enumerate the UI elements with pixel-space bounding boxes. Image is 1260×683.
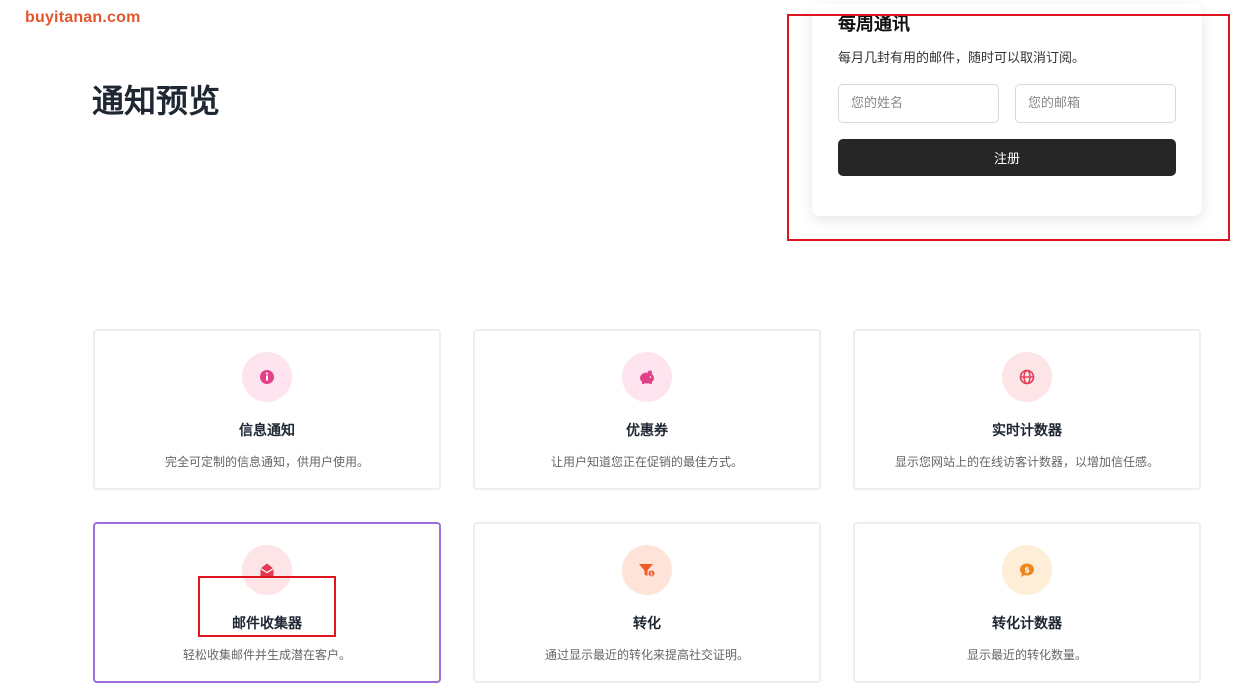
newsletter-title: 每周通讯	[838, 14, 910, 35]
comment-dollar-icon: $	[1002, 545, 1052, 595]
card-title: 邮件收集器	[232, 616, 302, 632]
card-desc: 显示最近的转化数量。	[966, 648, 1087, 662]
piggy-bank-icon	[622, 352, 672, 402]
newsletter-subtitle: 每月几封有用的邮件，随时可以取消订阅。	[838, 51, 1086, 66]
newsletter-card: 每周通讯 每月几封有用的邮件，随时可以取消订阅。 注册	[812, 4, 1202, 216]
card-title: 优惠券	[626, 423, 668, 439]
name-input[interactable]	[838, 84, 999, 123]
svg-text:$: $	[650, 571, 653, 577]
card-desc: 通过显示最近的转化来提高社交证明。	[544, 648, 749, 662]
watermark: buyitanan.com	[25, 9, 141, 26]
card-conversion-counter[interactable]: $ 转化计数器 显示最近的转化数量。	[853, 522, 1201, 683]
svg-text:$: $	[1024, 565, 1030, 574]
card-live-counter[interactable]: 实时计数器 显示您网站上的在线访客计数器，以增加信任感。	[853, 329, 1201, 490]
card-desc: 显示您网站上的在线访客计数器，以增加信任感。	[894, 455, 1159, 469]
card-title: 实时计数器	[992, 423, 1062, 439]
card-desc: 轻松收集邮件并生成潜在客户。	[182, 648, 351, 662]
info-icon	[242, 352, 292, 402]
card-title: 转化	[633, 616, 661, 632]
card-title: 转化计数器	[992, 616, 1062, 632]
card-coupon[interactable]: 优惠券 让用户知道您正在促销的最佳方式。	[473, 329, 821, 490]
envelope-open-icon	[242, 545, 292, 595]
register-button[interactable]: 注册	[838, 139, 1176, 176]
funnel-dollar-icon: $	[622, 545, 672, 595]
card-desc: 让用户知道您正在促销的最佳方式。	[550, 455, 743, 469]
card-info-notification[interactable]: 信息通知 完全可定制的信息通知，供用户使用。	[93, 329, 441, 490]
globe-icon	[1002, 352, 1052, 402]
card-desc: 完全可定制的信息通知，供用户使用。	[164, 455, 369, 469]
feature-grid: 信息通知 完全可定制的信息通知，供用户使用。 优惠券 让用户知道您正在促销的最佳…	[93, 329, 1201, 683]
card-email-collector[interactable]: 邮件收集器 轻松收集邮件并生成潜在客户。	[93, 522, 441, 683]
email-input[interactable]	[1015, 84, 1176, 123]
card-conversion[interactable]: $ 转化 通过显示最近的转化来提高社交证明。	[473, 522, 821, 683]
page-title: 通知预览	[92, 82, 221, 120]
card-title: 信息通知	[239, 423, 295, 439]
newsletter-inputs	[838, 84, 1176, 123]
